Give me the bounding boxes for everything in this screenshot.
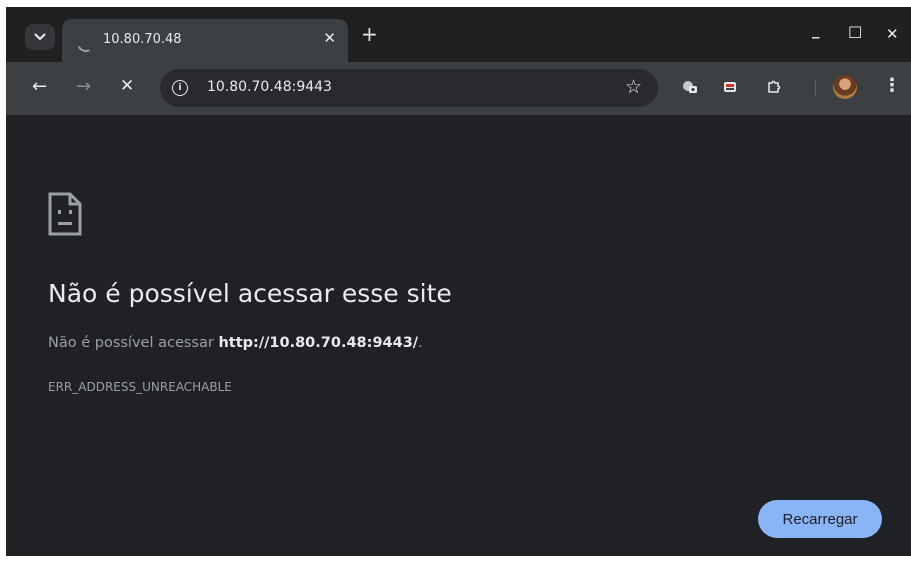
close-window-button[interactable]: ✕: [886, 25, 899, 43]
toolbar: ← → ✕ i 10.80.70.48:9443 ☆ ⋮: [6, 62, 911, 115]
forward-button[interactable]: →: [76, 76, 91, 97]
extension-icon[interactable]: [682, 79, 698, 95]
maximize-button[interactable]: ☐: [848, 23, 862, 42]
puzzle-extensions-icon[interactable]: [766, 79, 782, 95]
menu-icon[interactable]: ⋮: [883, 75, 901, 96]
tab-search-button[interactable]: [25, 24, 55, 50]
url-text[interactable]: 10.80.70.48:9443: [207, 79, 332, 95]
profile-avatar[interactable]: [833, 75, 857, 99]
chevron-down-icon: [34, 33, 46, 41]
error-url: http://10.80.70.48:9443/: [218, 335, 419, 351]
browser-window: 10.80.70.48 ✕ + _ ☐ ✕ ← → ✕ i 10.80.70.4…: [6, 7, 911, 556]
site-info-icon[interactable]: i: [172, 80, 188, 96]
bookmark-star-icon[interactable]: ☆: [625, 76, 642, 98]
error-message-suffix: .: [418, 335, 423, 351]
reload-button[interactable]: Recarregar: [758, 500, 882, 538]
loading-spinner-icon: [74, 31, 98, 55]
minimize-button[interactable]: _: [812, 21, 820, 39]
error-code[interactable]: ERR_ADDRESS_UNREACHABLE: [48, 380, 232, 394]
tab-active[interactable]: 10.80.70.48 ✕: [62, 19, 348, 62]
error-heading: Não é possível acessar esse site: [48, 279, 452, 308]
back-button[interactable]: ←: [32, 76, 47, 97]
tab-strip: 10.80.70.48 ✕ + _ ☐ ✕: [6, 7, 911, 62]
sad-document-icon: [48, 192, 82, 236]
tab-close-icon[interactable]: ✕: [323, 29, 336, 47]
error-page: Não é possível acessar esse site Não é p…: [6, 115, 911, 556]
toolbar-divider: [815, 79, 816, 97]
error-message: Não é possível acessar http://10.80.70.4…: [48, 335, 423, 351]
error-message-prefix: Não é possível acessar: [48, 335, 219, 351]
new-tab-button[interactable]: +: [361, 24, 378, 44]
tab-title: 10.80.70.48: [103, 32, 182, 47]
extension-icon[interactable]: [722, 79, 738, 95]
address-bar[interactable]: i 10.80.70.48:9443 ☆: [160, 69, 658, 107]
stop-loading-button[interactable]: ✕: [120, 76, 134, 96]
